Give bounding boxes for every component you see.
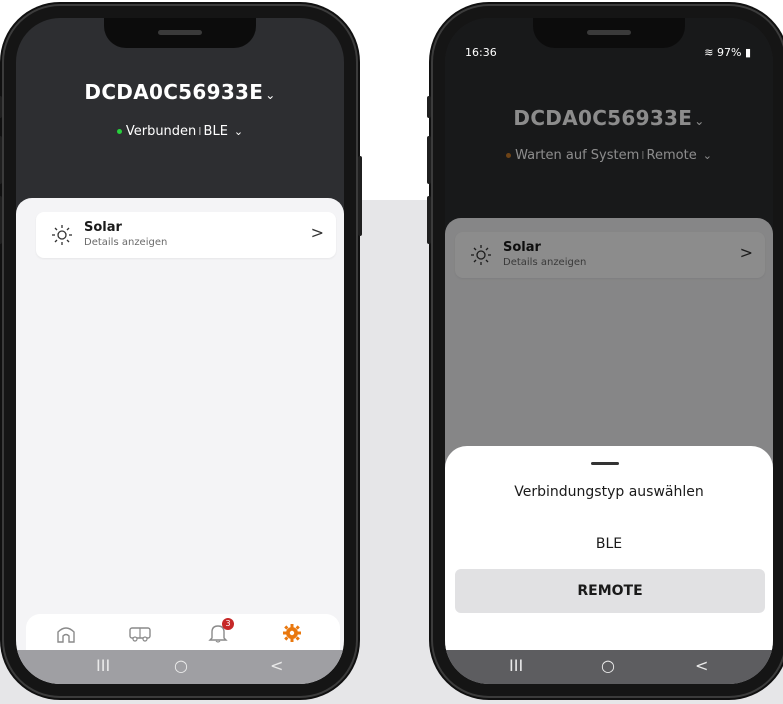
system-nav-bar: III ○ < [445, 650, 773, 684]
sheet-drag-handle[interactable] [591, 462, 619, 465]
phone-right: 16:36 ≋ 97% ▮ DCDA0C56933E ⌄ Warten auf S… [427, 6, 783, 696]
home-icon[interactable] [54, 622, 78, 644]
card-title: Solar [84, 220, 122, 235]
side-button [0, 96, 2, 118]
battery-icon: ▮ [744, 46, 751, 59]
notification-badge: 3 [222, 618, 234, 630]
device-name: DCDA0C56933E [84, 80, 264, 104]
wifi-icon: ≋ [704, 46, 714, 59]
chevron-down-icon: ⌄ [233, 125, 244, 138]
volume-down-button [427, 196, 431, 244]
separator: I [198, 125, 202, 138]
bottom-tab-bar: 3 [26, 614, 340, 652]
option-ble[interactable]: BLE [445, 536, 773, 552]
chevron-down-icon: ⌄ [265, 88, 276, 102]
screen-left: DCDA0C56933E ⌄ Verbunden I BLE ⌄ Solar Detai… [16, 18, 344, 684]
notifications-tab[interactable]: 3 [206, 618, 234, 644]
chevron-right-icon: > [310, 223, 324, 242]
status-dot-icon [116, 129, 122, 134]
gear-icon[interactable] [280, 622, 304, 644]
notch [533, 18, 685, 48]
device-selector[interactable]: DCDA0C56933E ⌄ [16, 80, 344, 104]
solar-card[interactable]: Solar Details anzeigen > [36, 212, 336, 258]
vehicle-icon[interactable] [128, 622, 152, 644]
power-button [358, 156, 362, 236]
main-content: Solar Details anzeigen > [16, 198, 344, 684]
home-button[interactable]: ○ [601, 656, 615, 675]
card-subtitle: Details anzeigen [84, 237, 168, 248]
recents-button[interactable]: III [96, 656, 110, 675]
volume-up-button [0, 136, 2, 184]
home-button[interactable]: ○ [174, 656, 188, 675]
connection-selector[interactable]: Verbunden I BLE ⌄ [16, 124, 344, 139]
back-button[interactable]: < [270, 656, 283, 675]
recents-button[interactable]: III [509, 656, 523, 675]
battery-percent: 97% [716, 46, 742, 59]
side-button [427, 96, 431, 118]
option-remote[interactable]: REMOTE [455, 569, 765, 613]
status-indicators: ≋ 97% ▮ [704, 46, 751, 59]
status-time: 16:36 [465, 46, 497, 59]
sun-icon [52, 225, 72, 245]
connection-type-sheet: Verbindungstyp auswählen BLE REMOTE [445, 446, 773, 650]
volume-up-button [427, 136, 431, 184]
back-button[interactable]: < [695, 656, 708, 675]
sheet-title: Verbindungstyp auswählen [514, 484, 704, 500]
system-nav-bar: III ○ < [16, 650, 344, 684]
volume-down-button [0, 196, 2, 244]
phone-left: DCDA0C56933E ⌄ Verbunden I BLE ⌄ Solar Detai… [0, 6, 362, 696]
connection-type: BLE [203, 124, 228, 139]
notch [104, 18, 256, 48]
screen-right: 16:36 ≋ 97% ▮ DCDA0C56933E ⌄ Warten auf S… [445, 18, 773, 684]
connection-status: Verbunden [125, 124, 197, 139]
